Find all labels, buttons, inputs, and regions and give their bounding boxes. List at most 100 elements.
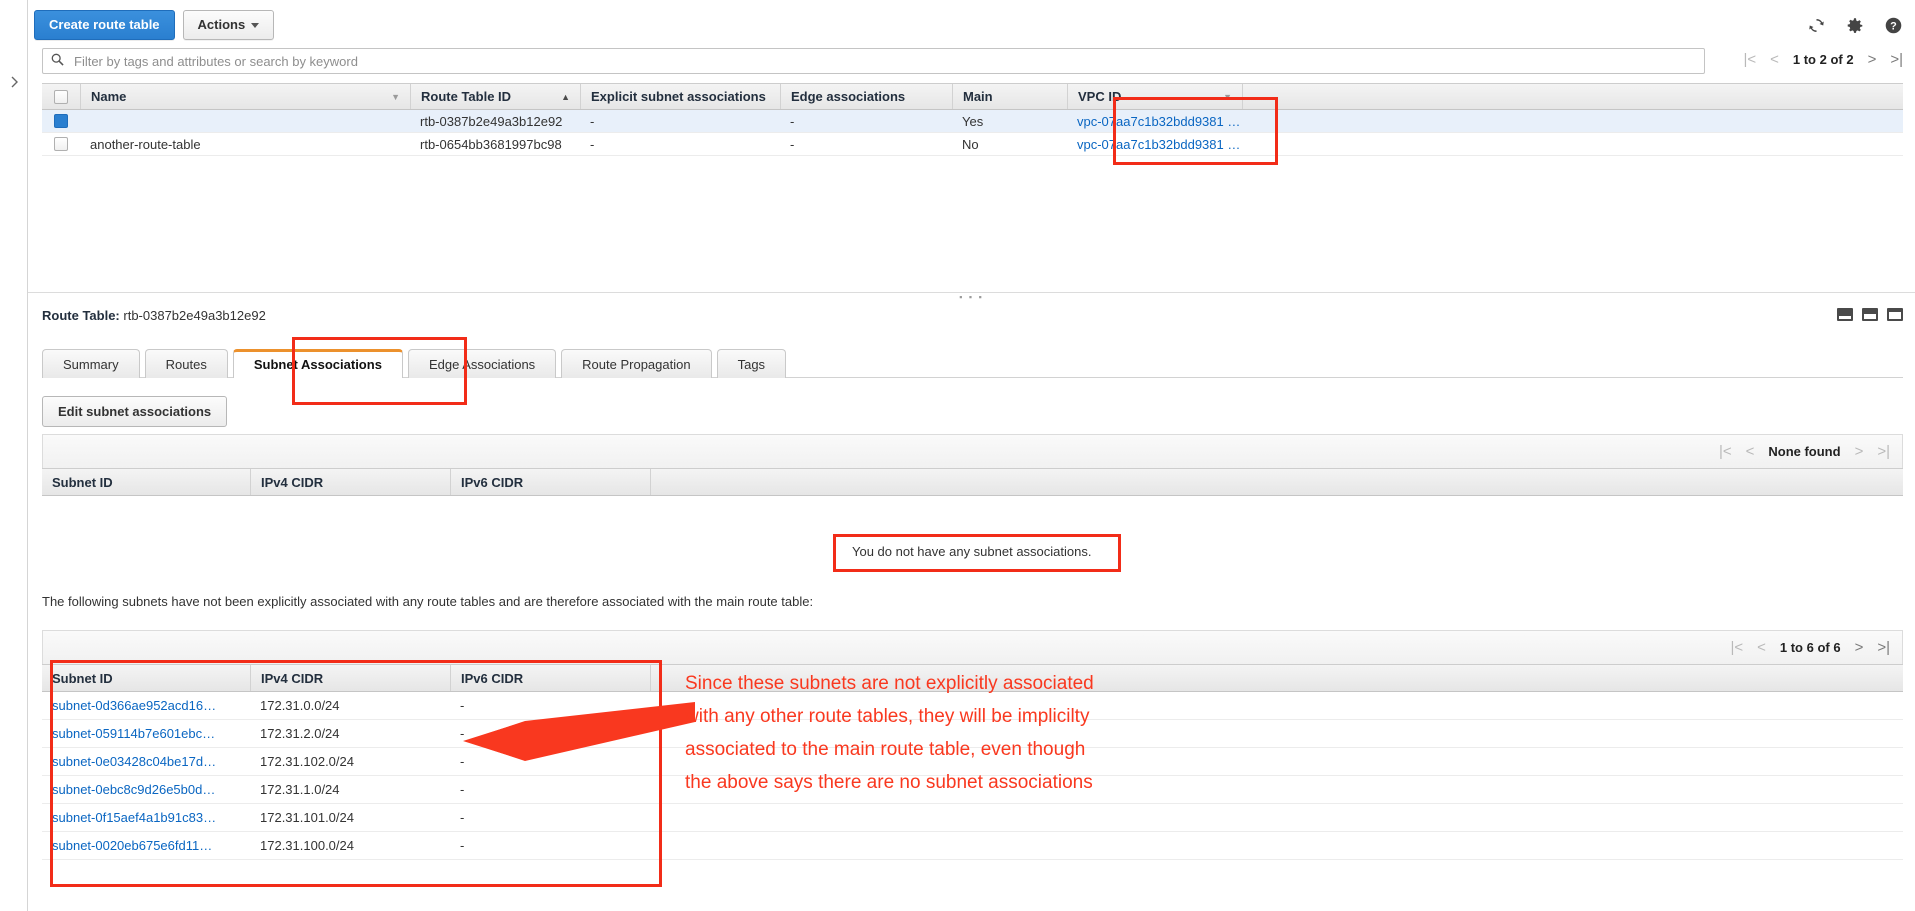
annotation-line: associated to the main route table, even… (685, 739, 1086, 760)
annotation-line: Since these subnets are not explicitly a… (685, 673, 1094, 694)
row-checkbox[interactable] (54, 137, 68, 151)
actions-button[interactable]: Actions (182, 10, 275, 40)
cell-vpc-id[interactable]: vpc-07aa7c1b32bdd9381 … (1067, 133, 1242, 155)
expand-nav-icon[interactable] (8, 70, 22, 94)
pager-prev-button[interactable]: < (1746, 444, 1755, 459)
column-header-ipv4-cidr[interactable]: IPv4 CIDR (250, 665, 450, 691)
cell-explicit-subnet-associations: - (590, 136, 595, 152)
tab-route-propagation[interactable]: Route Propagation (561, 349, 712, 378)
implicit-toolbar: |< < 1 to 6 of 6 > >| (42, 630, 1903, 664)
page-toolbar: Create route table Actions (34, 10, 275, 40)
column-header-main[interactable]: Main (952, 84, 1067, 109)
filter-bar[interactable] (42, 48, 1705, 74)
cell-subnet-id[interactable]: subnet-0020eb675e6fd11… (42, 832, 250, 859)
table-row[interactable]: subnet-0020eb675e6fd11… 172.31.100.0/24 … (42, 832, 1903, 860)
column-header-spacer (1242, 84, 1903, 109)
column-header-route-table-id[interactable]: Route Table ID ▲ (410, 84, 580, 109)
column-label: VPC ID (1078, 89, 1122, 104)
cell-spacer (1242, 133, 1903, 155)
detail-title-label: Route Table: (42, 308, 120, 323)
subnet-associations-table: |< < None found > >| Subnet ID IPv4 CIDR… (42, 434, 1903, 496)
tab-summary[interactable]: Summary (42, 349, 140, 378)
pager-first-button[interactable]: |< (1719, 444, 1732, 459)
cell-subnet-id[interactable]: subnet-0f15aef4a1b91c83… (42, 804, 250, 831)
cell-name (80, 110, 410, 132)
cell-name: another-route-table (90, 136, 201, 152)
tab-subnet-associations[interactable]: Subnet Associations (232, 349, 403, 378)
row-select-cell (42, 110, 80, 132)
column-header-ipv4-cidr[interactable]: IPv4 CIDR (250, 469, 450, 495)
select-all-header (42, 84, 80, 109)
aws-vpc-route-tables-page: Create route table Actions ? |< < 1 to 2… (0, 0, 1915, 911)
search-input[interactable] (72, 52, 1696, 70)
tab-tags[interactable]: Tags (716, 349, 787, 378)
annotation-arrow-icon (463, 702, 695, 761)
column-header-name[interactable]: Name ▼ (80, 84, 410, 109)
create-route-table-button[interactable]: Create route table (34, 10, 175, 40)
column-header-ipv6-cidr[interactable]: IPv6 CIDR (450, 665, 650, 691)
select-all-checkbox[interactable] (54, 89, 68, 104)
column-header-edge-associations[interactable]: Edge associations (780, 84, 952, 109)
pager-next-button[interactable]: > (1855, 444, 1864, 459)
pager-first-button[interactable]: |< (1743, 52, 1756, 67)
column-label: Edge associations (791, 89, 906, 104)
gear-icon[interactable] (1846, 17, 1864, 38)
pager-range-label: None found (1768, 444, 1841, 459)
table-row[interactable]: subnet-0f15aef4a1b91c83… 172.31.101.0/24… (42, 804, 1903, 832)
svg-text:?: ? (1890, 21, 1897, 33)
cell-main: No (962, 136, 979, 152)
cell-spacer (650, 832, 1903, 859)
column-label: Main (963, 89, 993, 104)
top-right-icons: ? (1807, 16, 1903, 38)
edit-subnet-associations-button[interactable]: Edit subnet associations (42, 396, 228, 427)
pager-first-button[interactable]: |< (1730, 640, 1743, 655)
row-checkbox[interactable] (54, 114, 68, 128)
cell-edge-associations: - (790, 136, 795, 152)
splitter-grip-icon: ▪ ▪ ▪ (959, 292, 984, 302)
implicit-association-note: The following subnets have not been expl… (42, 594, 814, 609)
row-select-cell (42, 133, 80, 155)
cell-explicit-subnet-associations: - (590, 113, 595, 129)
column-header-subnet-id[interactable]: Subnet ID (42, 665, 250, 691)
refresh-icon[interactable] (1807, 16, 1826, 38)
view-expanded-icon[interactable] (1887, 308, 1903, 321)
panel-view-icons (1837, 308, 1903, 321)
pager-prev-button[interactable]: < (1757, 640, 1766, 655)
cell-ipv4-cidr: 172.31.1.0/24 (260, 782, 340, 797)
help-icon[interactable]: ? (1884, 16, 1903, 38)
cell-main: Yes (962, 113, 984, 129)
detail-title: Route Table: rtb-0387b2e49a3b12e92 (42, 308, 1903, 323)
table-row[interactable]: another-route-table rtb-0654bb3681997bc9… (42, 133, 1903, 156)
tab-edge-associations[interactable]: Edge Associations (407, 349, 557, 378)
pager-range-label: 1 to 2 of 2 (1792, 52, 1854, 67)
annotation-line: with any other route tables, they will b… (685, 706, 1090, 727)
column-header-explicit-subnet-associations[interactable]: Explicit subnet associations (580, 84, 780, 109)
cell-vpc-id[interactable]: vpc-07aa7c1b32bdd9381 … (1067, 110, 1242, 132)
cell-subnet-id[interactable]: subnet-0d366ae952acd16… (42, 692, 250, 719)
annotation-line: the above says there are no subnet assoc… (685, 772, 1093, 793)
panel-splitter[interactable]: ▪ ▪ ▪ (28, 292, 1915, 302)
pager-last-button[interactable]: >| (1890, 52, 1903, 67)
grid-header-row: Name ▼ Route Table ID ▲ Explicit subnet … (42, 83, 1903, 110)
cell-edge-associations: - (790, 113, 795, 129)
pager-last-button[interactable]: >| (1877, 444, 1890, 459)
cell-subnet-id[interactable]: subnet-0e03428c04be17d… (42, 748, 250, 775)
column-header-vpc-id[interactable]: VPC ID ▼ (1067, 84, 1242, 109)
view-compact-icon[interactable] (1837, 308, 1853, 321)
column-header-subnet-id[interactable]: Subnet ID (42, 469, 250, 495)
cell-subnet-id[interactable]: subnet-0ebc8c9d26e5b0d… (42, 776, 250, 803)
column-header-ipv6-cidr[interactable]: IPv6 CIDR (450, 469, 650, 495)
pager-next-button[interactable]: > (1855, 640, 1864, 655)
associations-pagination: |< < None found > >| (1719, 444, 1890, 459)
annotation-text: Since these subnets are not explicitly a… (685, 667, 1094, 799)
table-row[interactable]: rtb-0387b2e49a3b12e92 - - Yes vpc-07aa7c… (42, 110, 1903, 133)
cell-spacer (650, 804, 1903, 831)
pager-prev-button[interactable]: < (1770, 52, 1779, 67)
no-subnet-associations-message: You do not have any subnet associations. (842, 538, 1102, 565)
search-icon (51, 53, 64, 69)
tab-routes[interactable]: Routes (144, 349, 228, 378)
pager-last-button[interactable]: >| (1877, 640, 1890, 655)
cell-subnet-id[interactable]: subnet-059114b7e601ebc… (42, 720, 250, 747)
view-split-icon[interactable] (1862, 308, 1878, 321)
pager-next-button[interactable]: > (1868, 52, 1877, 67)
